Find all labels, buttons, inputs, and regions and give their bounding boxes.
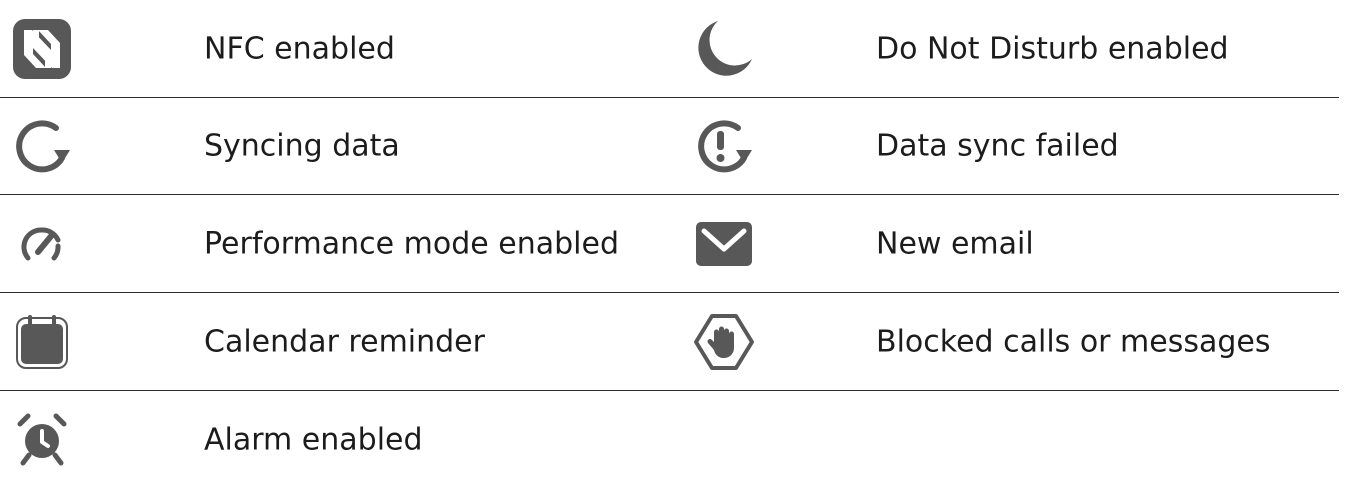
status-icon-legend: NFC enabled Do Not Disturb enabled Synci… bbox=[0, 0, 1367, 481]
legend-item-performance-mode: Performance mode enabled bbox=[0, 195, 670, 292]
legend-item-label: Blocked calls or messages bbox=[876, 324, 1271, 359]
legend-item-nfc: NFC enabled bbox=[0, 0, 670, 97]
alarm-clock-icon bbox=[10, 408, 74, 472]
legend-item-label: Performance mode enabled bbox=[204, 226, 619, 261]
legend-item-new-email: New email bbox=[670, 195, 1339, 292]
legend-item-label: Data sync failed bbox=[876, 128, 1119, 163]
sync-failed-icon bbox=[692, 114, 756, 178]
legend-row: Alarm enabled bbox=[0, 391, 1339, 488]
nfc-icon bbox=[10, 17, 74, 81]
legend-row: Syncing data Data sync failed bbox=[0, 97, 1339, 195]
legend-item-label: NFC enabled bbox=[204, 31, 395, 66]
legend-item-label: Do Not Disturb enabled bbox=[876, 31, 1229, 66]
speedometer-icon bbox=[10, 212, 74, 276]
legend-item-label: New email bbox=[876, 226, 1034, 261]
blocked-hand-icon bbox=[692, 310, 756, 374]
legend-row: NFC enabled Do Not Disturb enabled bbox=[0, 0, 1339, 98]
legend-item-label: Alarm enabled bbox=[204, 422, 423, 457]
legend-item-label: Calendar reminder bbox=[204, 324, 485, 359]
envelope-icon bbox=[692, 212, 756, 276]
legend-item-alarm: Alarm enabled bbox=[0, 391, 670, 488]
legend-item-label: Syncing data bbox=[204, 128, 400, 163]
legend-item-do-not-disturb: Do Not Disturb enabled bbox=[670, 0, 1339, 97]
legend-item-blocked: Blocked calls or messages bbox=[670, 293, 1339, 390]
sync-icon bbox=[10, 114, 74, 178]
legend-item-syncing: Syncing data bbox=[0, 97, 670, 194]
calendar-icon bbox=[10, 310, 74, 374]
legend-row: Performance mode enabled New email bbox=[0, 195, 1339, 293]
legend-item-calendar: Calendar reminder bbox=[0, 293, 670, 390]
moon-icon bbox=[692, 17, 756, 81]
legend-row: Calendar reminder Blocked calls or messa… bbox=[0, 293, 1339, 391]
legend-item-sync-failed: Data sync failed bbox=[670, 97, 1339, 194]
